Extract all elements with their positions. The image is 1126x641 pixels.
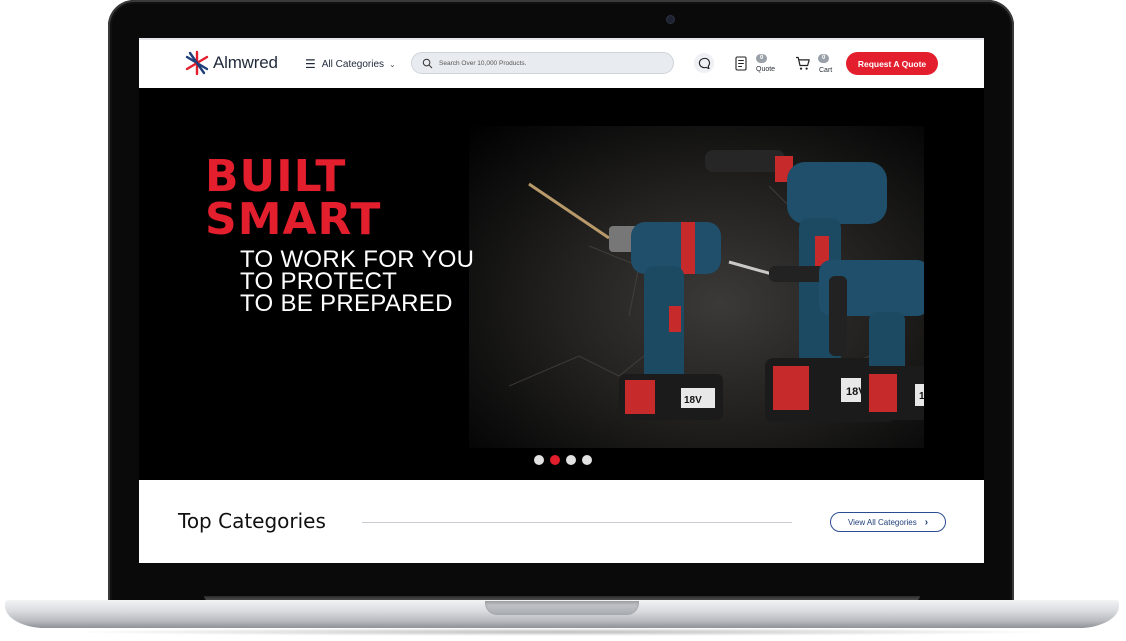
- all-categories-menu[interactable]: ☰ All Categories ⌄: [305, 57, 396, 71]
- power-tools-image: 18V 18V 1: [469, 126, 971, 448]
- hero-banner[interactable]: 18V 18V 1 BUILT SMART TO WORK FOR YOU TO…: [139, 88, 984, 480]
- chevron-right-icon: ›: [924, 516, 929, 528]
- search-bar[interactable]: [411, 52, 674, 74]
- search-icon: [422, 58, 433, 68]
- section-divider: [362, 522, 792, 523]
- view-all-label: View All Categories: [847, 517, 917, 527]
- chat-bubble-icon: [698, 57, 710, 69]
- hero-headline: BUILT SMART: [205, 151, 382, 245]
- hero-sub-line: TO BE PREPARED: [240, 290, 453, 317]
- cart-label: Cart: [819, 67, 833, 74]
- view-all-categories-button[interactable]: View All Categories ›: [830, 512, 946, 532]
- quote-button[interactable]: 0 Quote: [735, 52, 775, 73]
- brand-name: Almwred: [213, 53, 278, 72]
- site-header: Almwred ☰ All Categories ⌄ Search Over 1…: [139, 38, 984, 88]
- hamburger-icon: ☰: [305, 57, 316, 71]
- hero-headline-line1: BUILT: [205, 151, 347, 202]
- carousel-dot[interactable]: [582, 455, 592, 465]
- drill-left: 18V: [609, 222, 723, 420]
- browser-screen: Almwred ☰ All Categories ⌄ Search Over 1…: [139, 38, 984, 563]
- carousel-dot[interactable]: [534, 455, 544, 465]
- chat-button[interactable]: [694, 53, 714, 73]
- cart-button[interactable]: 0 Cart: [795, 52, 832, 74]
- top-categories-section: Top Categories View All Categories ›: [139, 480, 984, 563]
- power-tools-illustration: 18V 18V 1: [508, 150, 971, 422]
- webcam: [666, 15, 675, 24]
- carousel-indicators: [534, 455, 592, 465]
- laptop-shadow: [60, 628, 1064, 636]
- carousel-dot[interactable]: [566, 455, 576, 465]
- cart-icon: [796, 56, 810, 70]
- battery-label-left: 18V: [684, 395, 702, 406]
- cart-count-badge: 0: [818, 54, 830, 63]
- laptop-opening-notch: [485, 601, 639, 615]
- hero-headline-line2: SMART: [205, 194, 382, 245]
- quote-count-badge: 0: [756, 54, 768, 63]
- quote-label: Quote: [756, 66, 776, 73]
- brand-logo[interactable]: Almwred: [184, 50, 278, 76]
- search-input[interactable]: [437, 58, 661, 68]
- quote-list-icon: [735, 56, 747, 71]
- all-categories-label: All Categories: [321, 58, 385, 70]
- carousel-dot[interactable]: [550, 455, 560, 465]
- request-quote-button[interactable]: Request A Quote: [846, 52, 938, 75]
- logo-mark-icon: [185, 50, 209, 76]
- chevron-down-icon: ⌄: [389, 59, 396, 69]
- top-categories-title: Top Categories: [178, 509, 326, 533]
- hero-subheadline: TO WORK FOR YOU TO PROTECT TO BE PREPARE…: [240, 248, 474, 317]
- battery-label-right: 18V: [919, 391, 924, 402]
